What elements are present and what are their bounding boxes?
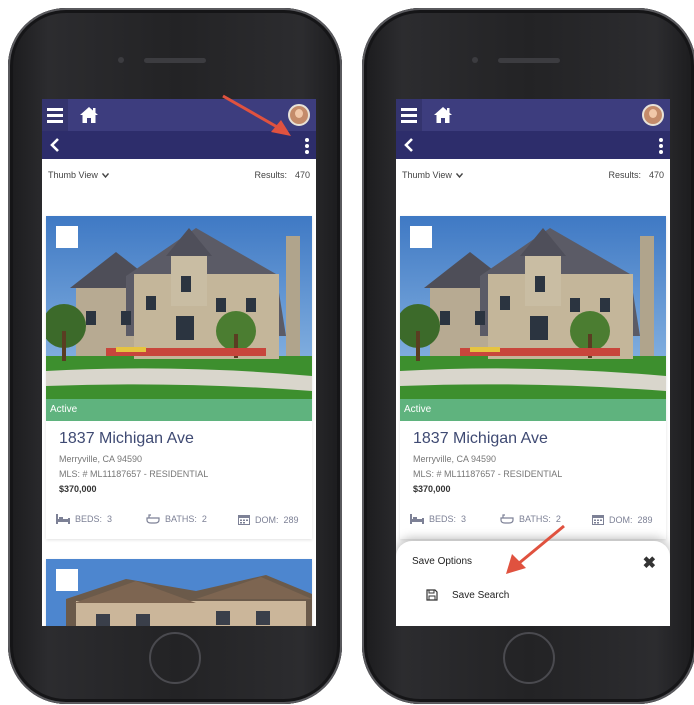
more-vertical-icon[interactable] xyxy=(302,138,312,154)
listing-photo[interactable]: Active xyxy=(400,216,666,421)
select-checkbox[interactable] xyxy=(56,569,78,591)
beds-label: BEDS: xyxy=(429,514,457,524)
chevron-down-icon xyxy=(456,173,464,179)
bath-icon xyxy=(500,514,514,524)
beds-label: BEDS: xyxy=(75,514,103,524)
baths-stat: BATHS: 2 xyxy=(146,514,207,524)
phone-right: Thumb View Results: 470 Active 1837 Mich… xyxy=(362,8,694,704)
status-badge: Active xyxy=(46,399,312,421)
home-icon[interactable] xyxy=(433,106,453,124)
results-label: Results: xyxy=(254,170,287,180)
save-options-sheet: Save Options ✖ Save Search xyxy=(396,541,670,626)
view-select-label: Thumb View xyxy=(402,170,452,180)
listing-address[interactable]: 1837 Michigan Ave xyxy=(59,430,194,448)
bed-icon xyxy=(410,514,424,524)
listing-city: Merryville, CA 94590 xyxy=(59,454,143,464)
view-select-label: Thumb View xyxy=(48,170,98,180)
baths-value: 2 xyxy=(201,514,207,524)
dom-stat: DOM: 289 xyxy=(592,514,653,525)
listing-mls: MLS: # ML11187657 - RESIDENTIAL xyxy=(59,469,209,479)
sub-navbar xyxy=(42,131,316,159)
view-select[interactable]: Thumb View xyxy=(402,170,464,180)
view-select[interactable]: Thumb View xyxy=(48,170,110,180)
avatar[interactable] xyxy=(288,104,310,126)
sub-navbar xyxy=(396,131,670,159)
listing-card[interactable]: Active 1837 Michigan Ave Merryville, CA … xyxy=(400,216,666,539)
phone-left: Thumb View Results: 470 Active 1837 Mich… xyxy=(8,8,342,704)
baths-value: 2 xyxy=(555,514,561,524)
more-vertical-icon[interactable] xyxy=(656,138,666,154)
results-value: 470 xyxy=(648,170,664,180)
menu-icon[interactable] xyxy=(42,99,68,131)
top-navbar xyxy=(396,99,670,131)
listing-stats: BEDS: 3 BATHS: 2 DOM: 289 xyxy=(410,514,660,528)
home-button[interactable] xyxy=(149,632,201,684)
beds-value: 3 xyxy=(461,514,467,524)
select-checkbox[interactable] xyxy=(56,226,78,248)
dom-label: DOM: xyxy=(255,514,279,525)
beds-stat: BEDS: 3 xyxy=(56,514,112,524)
house-photo xyxy=(46,559,312,626)
avatar[interactable] xyxy=(642,104,664,126)
chevron-down-icon xyxy=(102,173,110,179)
house-photo xyxy=(46,216,312,421)
listing-price: $370,000 xyxy=(413,484,451,494)
dom-stat: DOM: 289 xyxy=(238,514,299,525)
listing-stats: BEDS: 3 BATHS: 2 DOM: 289 xyxy=(56,514,306,528)
baths-label: BATHS: xyxy=(165,514,197,524)
top-navbar xyxy=(42,99,316,131)
calendar-icon xyxy=(238,515,250,525)
listing-card[interactable]: Active 1837 Michigan Ave Merryville, CA … xyxy=(46,216,312,539)
baths-label: BATHS: xyxy=(519,514,551,524)
menu-icon[interactable] xyxy=(396,99,422,131)
camera xyxy=(472,57,478,63)
home-button[interactable] xyxy=(503,632,555,684)
results-value: 470 xyxy=(294,170,310,180)
beds-stat: BEDS: 3 xyxy=(410,514,466,524)
app-screen: Thumb View Results: 470 Active 1837 Mich… xyxy=(42,99,316,626)
results-toolbar: Thumb View Results: 470 xyxy=(396,159,670,189)
results-toolbar: Thumb View Results: 470 xyxy=(42,159,316,189)
bath-icon xyxy=(146,514,160,524)
camera xyxy=(118,57,124,63)
home-icon[interactable] xyxy=(79,106,99,124)
back-arrow-icon[interactable] xyxy=(402,137,416,153)
results-count: Results: 470 xyxy=(254,170,310,180)
close-icon[interactable]: ✖ xyxy=(643,553,656,573)
speaker xyxy=(498,58,560,63)
dom-value: 289 xyxy=(283,514,299,525)
save-icon xyxy=(426,589,438,601)
results-count: Results: 470 xyxy=(608,170,664,180)
back-arrow-icon[interactable] xyxy=(48,137,62,153)
listing-mls: MLS: # ML11187657 - RESIDENTIAL xyxy=(413,469,563,479)
beds-value: 3 xyxy=(107,514,113,524)
sheet-title: Save Options xyxy=(412,556,473,567)
app-screen: Thumb View Results: 470 Active 1837 Mich… xyxy=(396,99,670,626)
baths-stat: BATHS: 2 xyxy=(500,514,561,524)
speaker xyxy=(144,58,206,63)
calendar-icon xyxy=(592,515,604,525)
status-badge: Active xyxy=(400,399,666,421)
results-label: Results: xyxy=(608,170,641,180)
listing-card[interactable] xyxy=(46,559,312,626)
listing-address[interactable]: 1837 Michigan Ave xyxy=(413,430,548,448)
bed-icon xyxy=(56,514,70,524)
save-search-label: Save Search xyxy=(452,589,510,601)
dom-value: 289 xyxy=(637,514,653,525)
dom-label: DOM: xyxy=(609,514,633,525)
listing-city: Merryville, CA 94590 xyxy=(413,454,497,464)
house-photo xyxy=(400,216,666,421)
save-search-button[interactable]: Save Search xyxy=(426,587,509,603)
select-checkbox[interactable] xyxy=(410,226,432,248)
listing-photo[interactable]: Active xyxy=(46,216,312,421)
listing-price: $370,000 xyxy=(59,484,97,494)
